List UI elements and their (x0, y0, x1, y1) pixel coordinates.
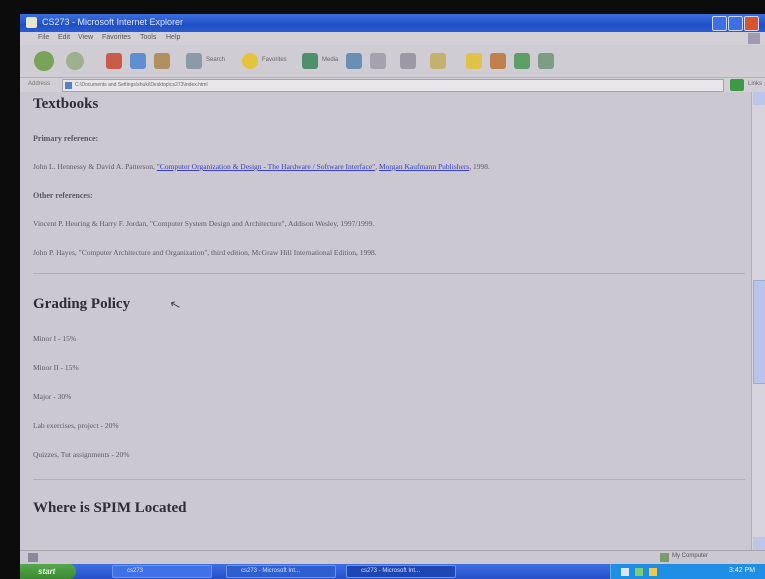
extra-tool-icon[interactable] (538, 53, 554, 69)
security-zone: My Computer (672, 553, 709, 559)
mouse-pointer-icon: ↖ (168, 296, 183, 315)
scroll-up-arrow-icon[interactable] (753, 92, 765, 105)
toolbar: Search Favorites Media (20, 45, 765, 78)
taskbar-button-label[interactable]: cs273 - Microsoft Int... (241, 568, 300, 574)
menu-view[interactable]: View (78, 34, 93, 41)
tray-app-icon[interactable] (649, 568, 657, 576)
title-bar: CS273 - Microsoft Internet Explorer (20, 14, 765, 32)
search-label[interactable]: Search (206, 57, 225, 63)
forward-icon[interactable] (66, 52, 84, 70)
grading-item: Lab exercises, project - 20% (33, 421, 119, 430)
taskbar-button[interactable]: cs273 - Microsoft Int... (226, 565, 336, 578)
spim-heading: Where is SPIM Located (33, 500, 187, 516)
media-label[interactable]: Media (322, 57, 338, 63)
taskbar-button[interactable]: cs273 (112, 565, 212, 578)
history-icon[interactable] (346, 53, 362, 69)
start-label[interactable]: start (38, 567, 55, 576)
folder-icon[interactable] (466, 53, 482, 69)
address-label: Address (28, 81, 51, 87)
network-icon[interactable] (621, 568, 629, 576)
computer-zone-icon (660, 553, 669, 562)
close-button[interactable] (744, 16, 759, 31)
grading-item: Minor II - 15% (33, 363, 79, 372)
primary-authors: John L. Hennessy & David A. Patterson, (33, 162, 157, 171)
print-icon[interactable] (400, 53, 416, 69)
address-bar: Address C:\Documents and Settings\shuki\… (20, 78, 765, 92)
publisher-link[interactable]: Morgan Kaufmann Publishers (379, 162, 469, 171)
research-icon[interactable] (490, 53, 506, 69)
windows-logo-icon (748, 33, 760, 44)
address-url[interactable]: C:\Documents and Settings\shuki\Desktop\… (75, 82, 208, 88)
search-icon[interactable] (186, 53, 202, 69)
menu-favorites[interactable]: Favorites (102, 34, 131, 41)
taskbar-button-label[interactable]: cs273 (127, 568, 143, 574)
other-reference-1: Vincent P. Heuring & Harry F. Jordan, "C… (33, 219, 375, 228)
ie-logo-icon (26, 17, 37, 28)
desktop-screen: CS273 - Microsoft Internet Explorer File… (20, 14, 765, 579)
taskbar: start cs273 cs273 - Microsoft Int... cs2… (20, 564, 765, 579)
refresh-icon[interactable] (130, 53, 146, 69)
primary-reference-label: Primary reference: (33, 134, 99, 143)
window-title: CS273 - Microsoft Internet Explorer (42, 17, 184, 27)
taskbar-button-active[interactable]: cs273 - Microsoft Int... (346, 565, 456, 578)
grading-heading: Grading Policy (33, 296, 131, 312)
other-references-label: Other references: (33, 191, 93, 200)
scroll-thumb[interactable] (753, 280, 765, 384)
volume-icon[interactable] (635, 568, 643, 576)
links-label[interactable]: Links (748, 81, 762, 87)
media-icon[interactable] (302, 53, 318, 69)
menu-help[interactable]: Help (166, 34, 180, 41)
grading-item: Major - 30% (33, 392, 72, 401)
address-input[interactable]: C:\Documents and Settings\shuki\Desktop\… (62, 79, 724, 92)
back-icon[interactable] (34, 51, 54, 71)
vertical-scrollbar[interactable] (751, 92, 765, 550)
taskbar-button-label[interactable]: cs273 - Microsoft Int... (361, 568, 420, 574)
other-reference-2: John P. Hayes, "Computer Architecture an… (33, 248, 377, 257)
menu-tools[interactable]: Tools (140, 34, 156, 41)
grading-item: Quizzes, Tut assignments - 20% (33, 450, 130, 459)
primary-reference: John L. Hennessy & David A. Patterson, "… (33, 162, 490, 171)
menu-bar: File Edit View Favorites Tools Help (20, 32, 765, 45)
minimize-button[interactable] (712, 16, 727, 31)
start-button[interactable]: start (20, 564, 76, 579)
menu-edit[interactable]: Edit (58, 34, 70, 41)
favorites-label[interactable]: Favorites (262, 57, 287, 63)
maximize-button[interactable] (728, 16, 743, 31)
primary-year: , 1998. (469, 162, 490, 171)
scroll-down-arrow-icon[interactable] (753, 537, 765, 550)
menu-file[interactable]: File (38, 34, 49, 41)
section-divider (33, 273, 745, 274)
system-tray: 3:42 PM (610, 564, 765, 579)
status-bar: My Computer (20, 550, 765, 564)
messenger-icon[interactable] (514, 53, 530, 69)
clock[interactable]: 3:42 PM (729, 567, 755, 574)
grading-item: Minor I - 15% (33, 334, 77, 343)
page-icon (65, 82, 72, 89)
favorites-star-icon[interactable] (242, 53, 258, 69)
stop-icon[interactable] (106, 53, 122, 69)
textbooks-heading: Textbooks (33, 96, 99, 112)
status-page-icon (28, 553, 38, 562)
home-icon[interactable] (154, 53, 170, 69)
go-button[interactable] (730, 79, 744, 91)
mail-icon[interactable] (370, 53, 386, 69)
edit-icon[interactable] (430, 53, 446, 69)
page-content: Textbooks Primary reference: John L. Hen… (20, 92, 751, 550)
section-divider (33, 479, 745, 480)
book-title-link[interactable]: "Computer Organization & Design - The Ha… (157, 162, 375, 171)
